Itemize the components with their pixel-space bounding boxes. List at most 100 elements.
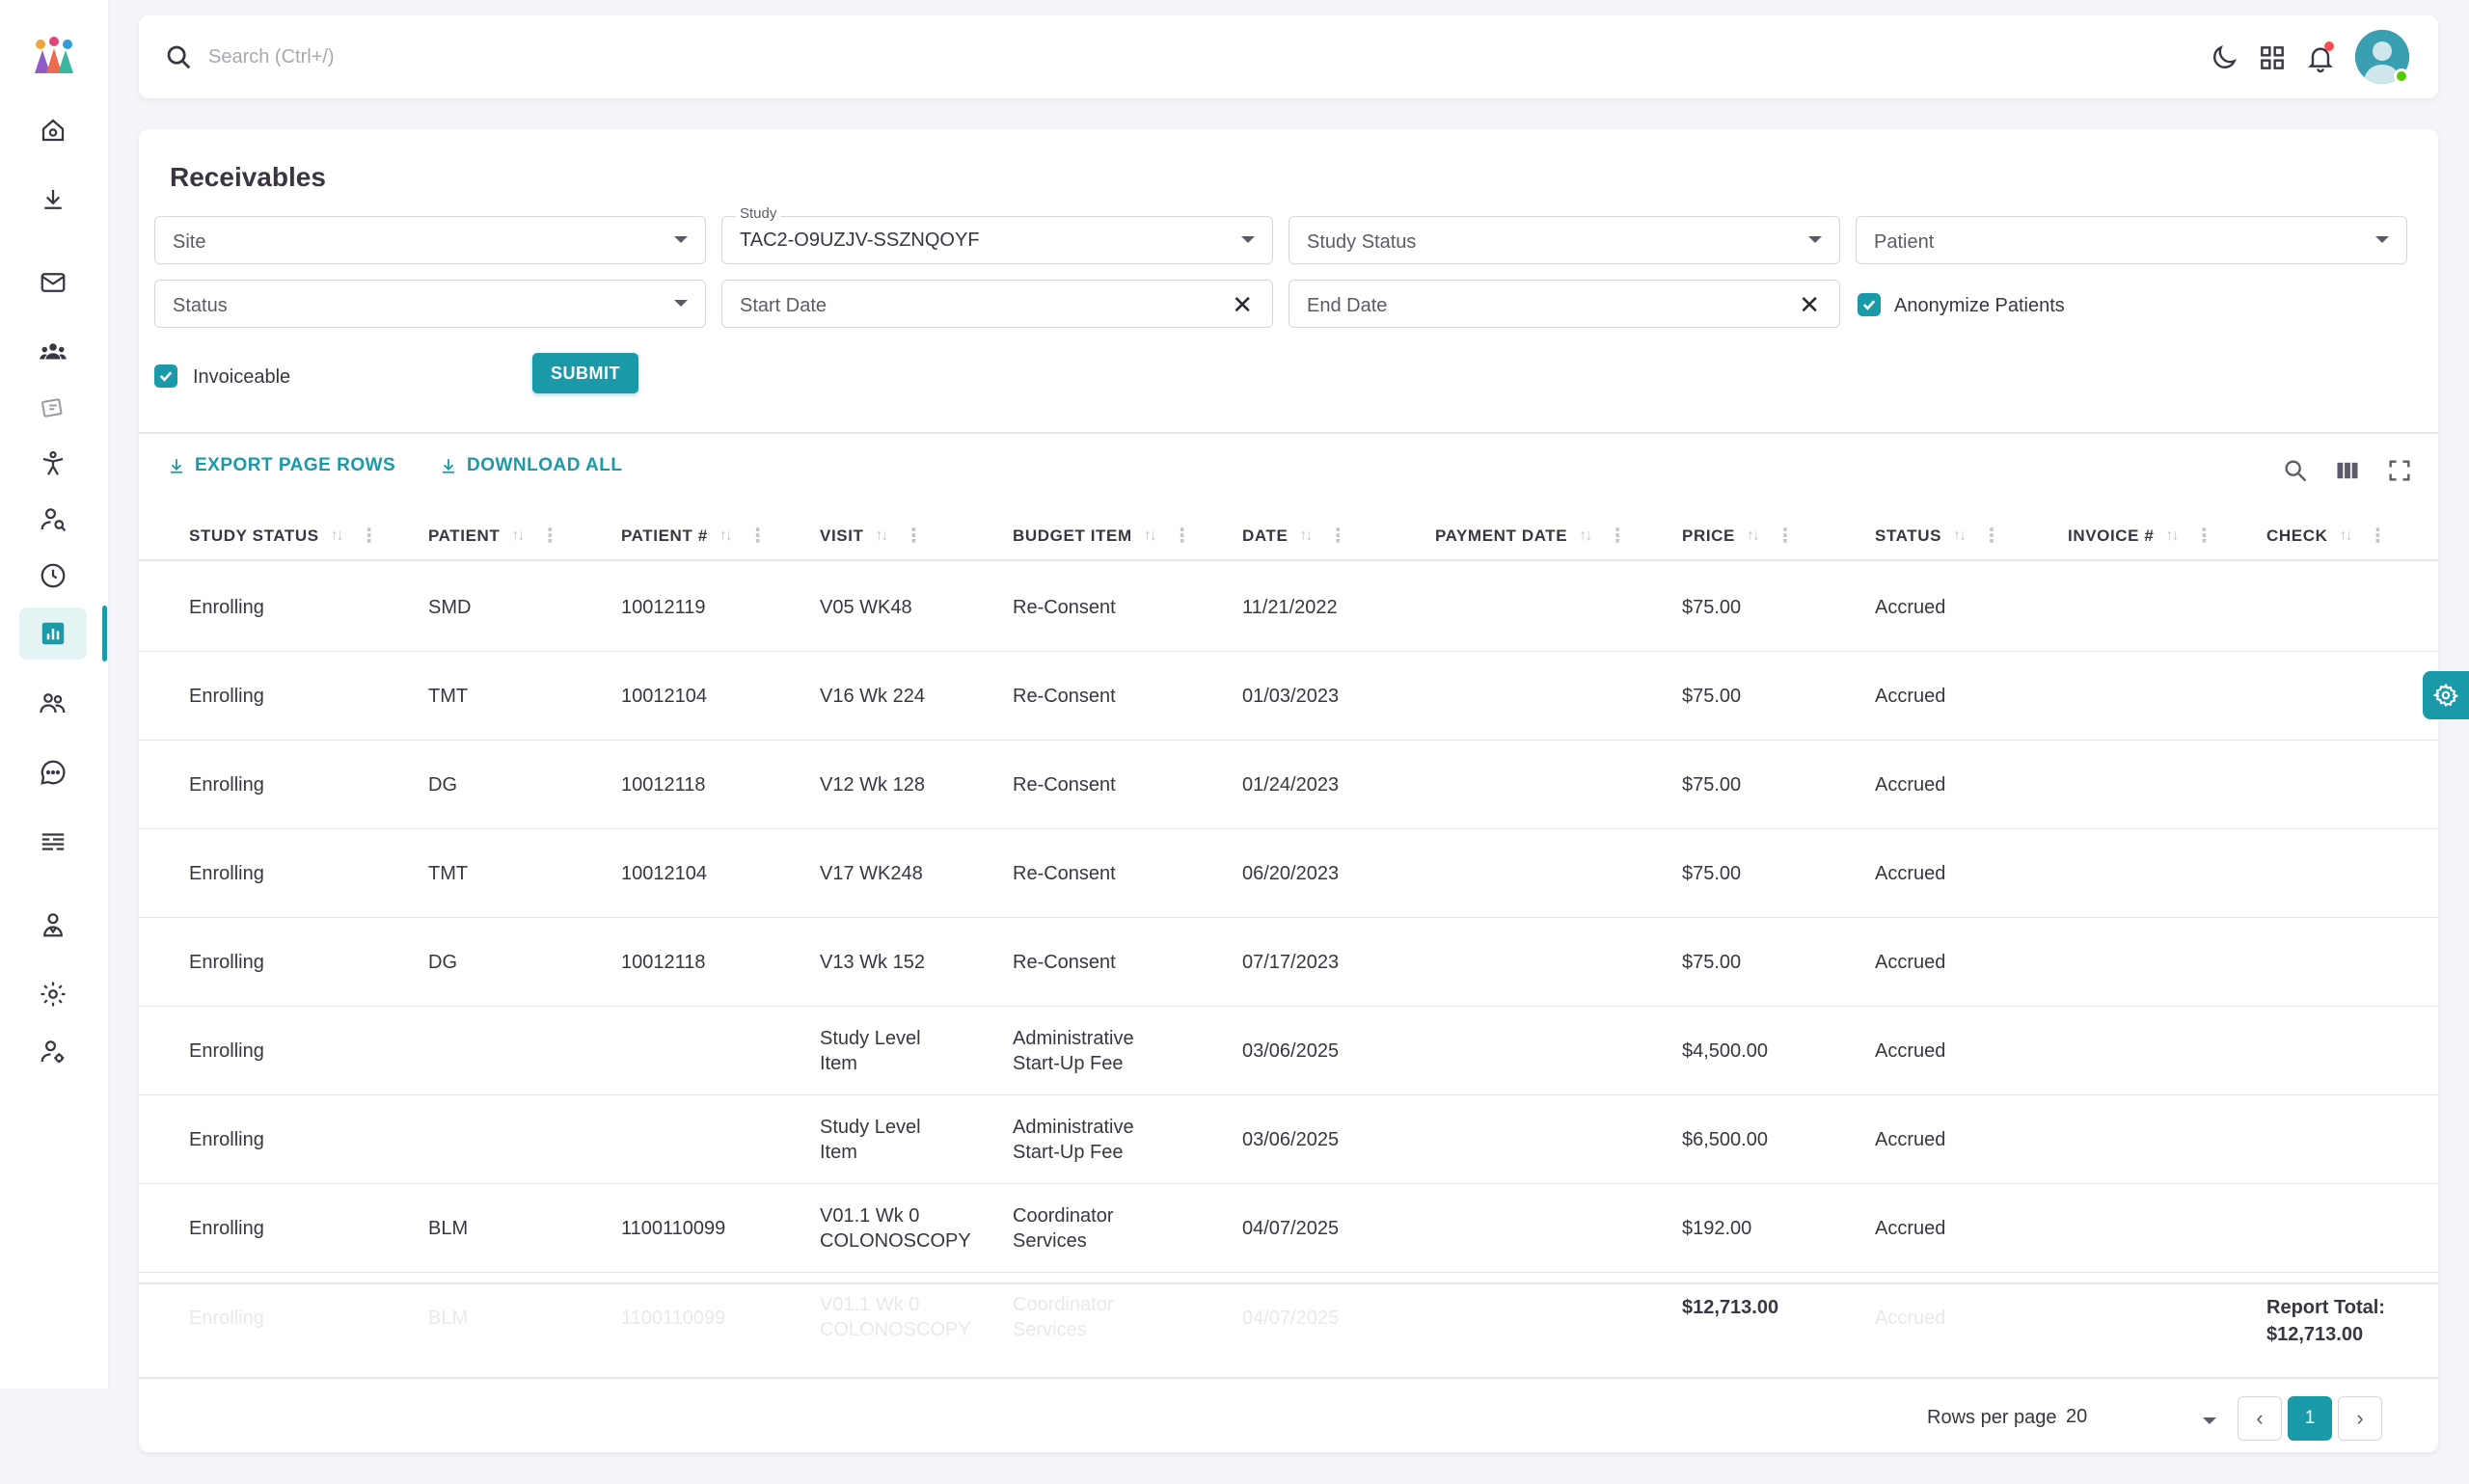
table-row[interactable]: Enrolling Study Level Item Administrative St… xyxy=(139,1095,2438,1184)
column-header-payment-date[interactable]: PAYMENT DATE ↑↓ ⋮ xyxy=(1435,526,1628,546)
more-vert-icon[interactable]: ⋮ xyxy=(905,526,925,546)
column-header-invoice[interactable]: INVOICE # ↑↓ ⋮ xyxy=(2068,526,2214,546)
sort-icon[interactable]: ↑↓ xyxy=(1747,527,1760,545)
column-header-patient-no[interactable]: PATIENT # ↑↓ ⋮ xyxy=(621,526,768,546)
sort-icon[interactable]: ↑↓ xyxy=(511,527,525,545)
more-vert-icon[interactable]: ⋮ xyxy=(2194,526,2214,546)
sidebar-item-admin[interactable] xyxy=(19,1026,87,1078)
column-header-budget-item[interactable]: BUDGET ITEM ↑↓ ⋮ xyxy=(1013,526,1192,546)
sidebar-item-accessibility[interactable] xyxy=(19,438,87,490)
sidebar-item-history[interactable] xyxy=(19,550,87,602)
cell-visit: Study Level Item xyxy=(820,1028,921,1074)
end-date-field[interactable]: End Date ✕ xyxy=(1289,280,1840,328)
page-button-current[interactable]: 1 xyxy=(2288,1396,2332,1441)
sidebar-item-settings[interactable] xyxy=(19,968,87,1020)
cell-date: 04/07/2025 xyxy=(1242,1218,1340,1239)
cell-patient-no: 10012119 xyxy=(621,597,706,618)
patient-select[interactable]: Patient xyxy=(1856,216,2407,264)
column-header-price[interactable]: PRICE ↑↓ ⋮ xyxy=(1682,526,1796,546)
moon-icon[interactable] xyxy=(2209,42,2239,73)
study-status-select[interactable]: Study Status xyxy=(1289,216,1840,264)
more-vert-icon[interactable]: ⋮ xyxy=(1608,526,1628,546)
cell-status: Accrued xyxy=(1875,952,1946,973)
sort-icon[interactable]: ↑↓ xyxy=(1144,527,1157,545)
table-row[interactable]: Enrolling SMD 10012119 V05 WK48 Re-Consent 11… xyxy=(139,563,2438,652)
sidebar-item-team[interactable] xyxy=(19,677,87,729)
sidebar-item-download[interactable] xyxy=(19,174,87,226)
submit-button[interactable]: SUBMIT xyxy=(532,353,638,393)
search-input[interactable] xyxy=(208,37,787,77)
search-icon[interactable] xyxy=(164,42,193,71)
sort-icon[interactable]: ↑↓ xyxy=(1299,527,1313,545)
export-page-rows-button[interactable]: EXPORT PAGE ROWS xyxy=(168,455,395,476)
more-vert-icon[interactable]: ⋮ xyxy=(360,526,380,546)
start-date-field[interactable]: Start Date ✕ xyxy=(721,280,1273,328)
table-row[interactable]: Enrolling DG 10012118 V13 Wk 152 Re-Consent 0… xyxy=(139,918,2438,1007)
cell-patient-no: 10012104 xyxy=(621,863,707,884)
download-icon xyxy=(44,190,62,209)
more-vert-icon[interactable]: ⋮ xyxy=(748,526,769,546)
sort-icon[interactable]: ↑↓ xyxy=(1579,527,1592,545)
anonymize-checkbox[interactable] xyxy=(1858,293,1881,316)
overflow-row-status: Accrued xyxy=(1875,1308,1946,1329)
more-vert-icon[interactable]: ⋮ xyxy=(1982,526,2002,546)
column-header-visit[interactable]: VISIT ↑↓ ⋮ xyxy=(820,526,924,546)
rows-per-page-select[interactable]: 20 xyxy=(2066,1406,2087,1428)
download-all-button[interactable]: DOWNLOAD ALL xyxy=(440,455,623,476)
more-vert-icon[interactable]: ⋮ xyxy=(1173,526,1193,546)
status-select[interactable]: Status xyxy=(154,280,706,328)
cell-study-status: Enrolling xyxy=(189,686,264,707)
next-page-button[interactable]: › xyxy=(2338,1396,2382,1441)
sort-icon[interactable]: ↑↓ xyxy=(876,527,889,545)
apps-grid-icon[interactable] xyxy=(2257,42,2288,73)
prev-page-button[interactable]: ‹ xyxy=(2238,1396,2282,1441)
anonymize-label: Anonymize Patients xyxy=(1894,295,2065,316)
sort-icon[interactable]: ↑↓ xyxy=(2165,527,2179,545)
fullscreen-icon[interactable] xyxy=(2386,457,2413,484)
table-row[interactable]: Enrolling BLM 1100110099 V01.1 Wk 0 COLONOSC… xyxy=(139,1184,2438,1273)
more-vert-icon[interactable]: ⋮ xyxy=(540,526,560,546)
cell-date: 03/06/2025 xyxy=(1242,1040,1340,1062)
table-row[interactable]: Enrolling DG 10012118 V12 Wk 128 Re-Consent 0… xyxy=(139,741,2438,829)
table-row[interactable]: Enrolling TMT 10012104 V16 Wk 224 Re-Consent… xyxy=(139,652,2438,741)
customizer-toggle[interactable] xyxy=(2423,671,2469,719)
table-row[interactable]: Enrolling Study Level Item Administrative St… xyxy=(139,1007,2438,1095)
sidebar-item-staff[interactable] xyxy=(19,899,87,951)
sidebar-item-home[interactable] xyxy=(19,104,87,156)
chevron-down-icon[interactable] xyxy=(2203,1417,2216,1424)
column-header-patient[interactable]: PATIENT ↑↓ ⋮ xyxy=(428,526,560,546)
cell-budget-item: Administrative Start-Up Fee xyxy=(1013,1028,1134,1074)
table-row[interactable]: Enrolling TMT 10012104 V17 WK248 Re-Consent 0… xyxy=(139,829,2438,918)
site-select[interactable]: Site xyxy=(154,216,706,264)
sidebar-item-reports[interactable] xyxy=(19,607,87,660)
more-vert-icon[interactable]: ⋮ xyxy=(2368,526,2388,546)
more-vert-icon[interactable]: ⋮ xyxy=(1328,526,1348,546)
column-header-status[interactable]: STATUS ↑↓ ⋮ xyxy=(1875,526,2002,546)
columns-icon[interactable] xyxy=(2334,457,2361,484)
cell-visit: V01.1 Wk 0 COLONOSCOPY xyxy=(820,1205,971,1252)
more-vert-icon[interactable]: ⋮ xyxy=(1776,526,1796,546)
invoiceable-checkbox[interactable] xyxy=(154,364,177,388)
sidebar-item-mail[interactable] xyxy=(19,256,87,309)
sort-icon[interactable]: ↑↓ xyxy=(331,527,344,545)
sidebar-item-patients[interactable] xyxy=(19,494,87,546)
column-header-study-status[interactable]: STUDY STATUS ↑↓ ⋮ xyxy=(189,526,379,546)
cell-study-status: Enrolling xyxy=(189,863,264,884)
study-select[interactable]: Study TAC2-O9UZJV-SSZNQOYF xyxy=(721,205,1273,264)
close-icon[interactable]: ✕ xyxy=(1232,290,1253,320)
sort-icon[interactable]: ↑↓ xyxy=(2339,527,2352,545)
sidebar-item-messages[interactable] xyxy=(19,746,87,798)
cell-patient: DG xyxy=(428,952,457,973)
sort-icon[interactable]: ↑↓ xyxy=(719,527,733,545)
table-search-icon[interactable] xyxy=(2282,457,2309,484)
sidebar-item-lists[interactable] xyxy=(19,816,87,868)
close-icon[interactable]: ✕ xyxy=(1799,290,1820,320)
sort-icon[interactable]: ↑↓ xyxy=(1953,527,1967,545)
sidebar-item-agreements[interactable] xyxy=(19,382,87,434)
column-header-check[interactable]: CHECK ↑↓ ⋮ xyxy=(2266,526,2388,546)
totals-row: Enrolling BLM 1100110099 V01.1 Wk 0 COLON… xyxy=(139,1282,2438,1379)
app-logo[interactable] xyxy=(31,35,77,77)
sidebar-item-users[interactable] xyxy=(19,326,87,378)
sidebar xyxy=(0,0,108,1389)
column-header-date[interactable]: DATE ↑↓ ⋮ xyxy=(1242,526,1348,546)
